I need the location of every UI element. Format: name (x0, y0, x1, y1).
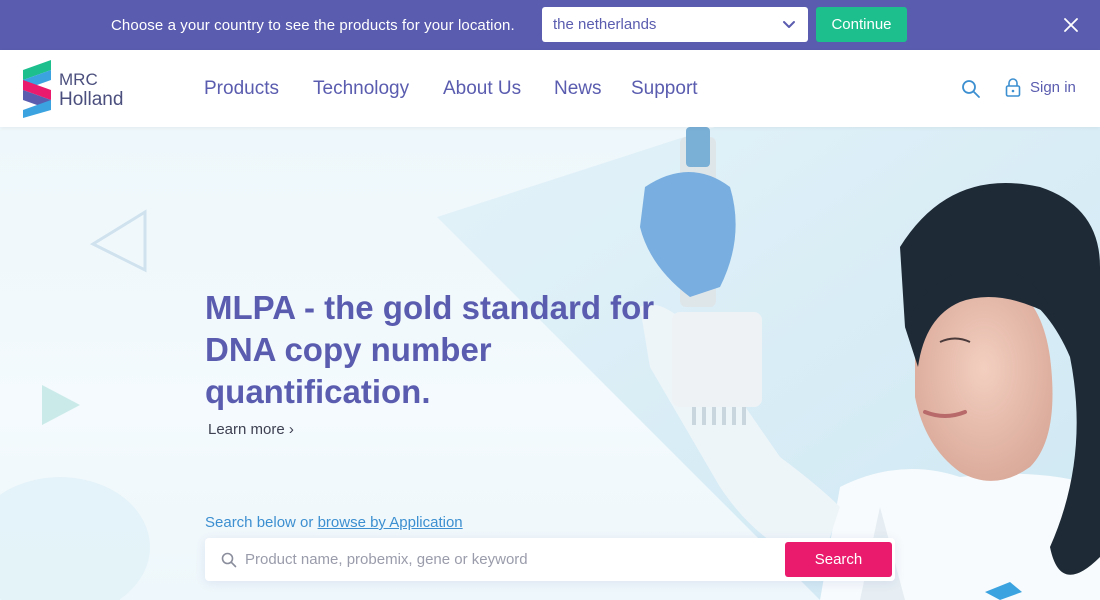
product-search-box: Search (205, 538, 895, 581)
site-header: MRC Holland Products Technology About Us… (0, 50, 1100, 127)
logo-line-1: MRC (59, 70, 98, 89)
nav-about-us[interactable]: About Us (443, 78, 521, 100)
country-select[interactable]: the netherlands (542, 7, 808, 42)
close-icon[interactable] (1064, 18, 1078, 32)
decor-triangle-filled (42, 385, 80, 425)
search-icon[interactable] (961, 79, 981, 99)
decor-triangle-outline (89, 209, 147, 273)
search-icon (221, 552, 237, 568)
search-hint-text: Search below or (205, 514, 318, 531)
learn-more-link[interactable]: Learn more › (208, 421, 294, 438)
logo-line-2: Holland (59, 89, 124, 110)
chevron-down-icon (783, 21, 795, 28)
nav-support[interactable]: Support (631, 78, 698, 100)
browse-by-application-link[interactable]: browse by Application (318, 514, 463, 531)
country-banner-message: Choose a your country to see the product… (111, 17, 515, 34)
nav-products[interactable]: Products (204, 78, 279, 100)
product-search-input[interactable] (245, 538, 785, 581)
sign-in-link[interactable]: Sign in (1005, 78, 1076, 97)
lock-icon (1005, 78, 1021, 97)
country-banner: Choose a your country to see the product… (0, 0, 1100, 50)
mrc-holland-logo[interactable]: MRC Holland (21, 58, 141, 120)
search-button[interactable]: Search (785, 542, 892, 577)
hero-title: MLPA - the gold standard for DNA copy nu… (205, 289, 655, 410)
sign-in-label: Sign in (1030, 79, 1076, 96)
nav-news[interactable]: News (554, 78, 602, 100)
hero-section: MLPA - the gold standard for DNA copy nu… (0, 127, 1100, 600)
logo-wordmark: MRC Holland (59, 70, 123, 110)
country-select-value: the netherlands (553, 16, 657, 33)
logo-mark (23, 60, 51, 118)
nav-technology[interactable]: Technology (313, 78, 409, 100)
search-hint: Search below or browse by Application (205, 514, 463, 531)
continue-button[interactable]: Continue (816, 7, 907, 42)
